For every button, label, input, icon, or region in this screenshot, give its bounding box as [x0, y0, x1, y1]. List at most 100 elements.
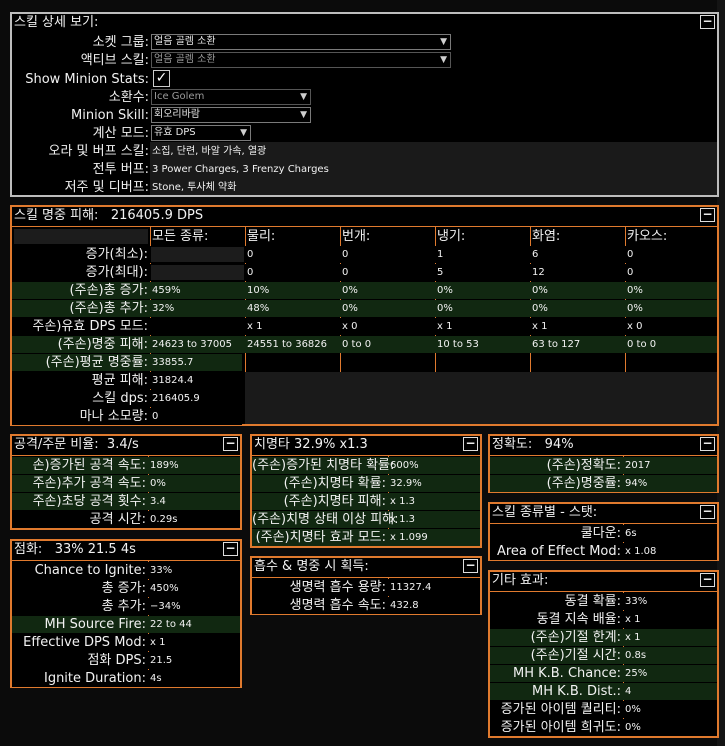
accuracy-row-value: 2017: [625, 460, 651, 471]
hit-cell-value: 1: [437, 249, 444, 260]
skill-type-row-value: 6s: [625, 528, 637, 539]
other-effect-row-label: 증가된 아이템 희귀도:: [500, 720, 621, 735]
hit-cell-value: 0 to 0: [342, 339, 372, 350]
crit-row-value: x 1.099: [390, 532, 428, 543]
hit-cell-value: 216405.9: [152, 393, 200, 404]
leech-title: 흡수 & 명중 시 획득:: [254, 559, 369, 574]
ignite-row-value: 22 to 44: [150, 619, 192, 630]
ignite-row-label: 총 추가:: [101, 599, 146, 614]
calc-mode-value: 유효 DPS: [154, 127, 196, 138]
all-types-empty-cell: [151, 247, 244, 262]
ignite-row-value: 33%: [150, 565, 173, 576]
collapse-button[interactable]: −: [463, 559, 478, 573]
hit-cell-value: 32%: [152, 303, 175, 314]
hit-cell-value: 0%: [532, 303, 548, 314]
hit-cell-value: x 1: [247, 321, 263, 332]
skill-type-row-label: 쿨다운:: [580, 526, 621, 541]
hit-row-label: 주손)유효 DPS 모드:: [32, 319, 148, 334]
collapse-button[interactable]: −: [223, 542, 238, 556]
minion-label: 소환수:: [108, 90, 149, 105]
crit-row-label: (주손)치명타 확률:: [283, 476, 386, 491]
hit-cell-value: 0%: [437, 303, 453, 314]
chevron-down-icon: ▼: [300, 110, 307, 120]
collapse-button[interactable]: −: [700, 573, 715, 587]
collapse-button[interactable]: −: [700, 505, 715, 519]
minion-skill-dropdown[interactable]: 회오리바람 ▼: [151, 107, 311, 123]
leech-row-label: 생명력 흡수 속도:: [289, 598, 386, 613]
active-skill-dropdown[interactable]: 얼음 골렘 소환 ▼: [151, 52, 451, 68]
other-effect-row-label: (주손)기절 한계:: [530, 630, 621, 645]
collapse-button[interactable]: −: [700, 437, 715, 451]
socket-group-value: 얼음 골렘 소환: [154, 36, 216, 47]
attack-rate-row-label: 주손)초당 공격 횟수:: [32, 494, 146, 509]
hit-cell-value: 0: [342, 249, 349, 260]
leech-row-label: 생명력 흡수 용량:: [289, 580, 386, 595]
attack-rate-row-value: 0%: [150, 478, 166, 489]
skill-details-panel: 스킬 상세 보기: − 소켓 그룹: 얼음 골렘 소환 ▼ 액티브 스킬: 얼음 …: [10, 12, 719, 197]
hit-cell-value: x 1: [437, 321, 453, 332]
chevron-down-icon: ▼: [440, 55, 447, 65]
hit-cell-value: 0%: [342, 285, 358, 296]
other-effect-row-value: 0%: [625, 722, 641, 733]
ignite-row-value: x 1: [150, 637, 166, 648]
attack-rate-title: 공격/주문 비율: 3.4/s: [14, 436, 139, 453]
collapse-button[interactable]: −: [463, 437, 478, 451]
attack-rate-row-value: 0.29s: [150, 514, 178, 525]
other-effect-row-label: (주손)기절 시간:: [530, 648, 621, 663]
hit-row-label: (주손)총 증가:: [69, 283, 148, 298]
attack-rate-row-label: 주손)추가 공격 속도:: [32, 476, 146, 491]
ignite-row-value: −34%: [150, 601, 181, 612]
attack-rate-row-label: 손)증가된 공격 속도:: [32, 458, 146, 473]
hit-cell-value: 0: [627, 249, 634, 260]
all-types-empty-cell: [151, 265, 244, 280]
attack-rate-row-value: 3.4: [150, 496, 166, 507]
show-minion-stats-label: Show Minion Stats:: [25, 72, 149, 87]
ignite-row-value: 21.5: [150, 655, 173, 666]
attack-rate-label: 공격/주문 비율:: [14, 437, 99, 452]
other-effect-row-value: 0%: [625, 704, 641, 715]
hit-row-label: 증가(최대):: [85, 265, 148, 280]
hit-cell-value: 48%: [247, 303, 270, 314]
ignite-row-label: Ignite Duration:: [43, 671, 146, 686]
other-effect-row-label: MH K.B. Chance:: [512, 666, 621, 681]
collapse-button[interactable]: −: [700, 15, 715, 29]
accuracy-title: 정확도: 94%: [492, 436, 574, 453]
accuracy-value: 94%: [544, 437, 574, 452]
minion-skill-label: Minion Skill:: [71, 108, 149, 123]
ignite-row-label: 점화 DPS:: [87, 653, 146, 668]
hit-cell-value: 0: [342, 267, 349, 278]
crit-label: 치명타: [254, 437, 290, 452]
other-effects-panel: 기타 효과: − 동결 확률: 33% 동결 지속 배율: x 1 (주손)기절 한계:…: [488, 570, 719, 738]
hit-cell-value: 10%: [247, 285, 270, 296]
show-minion-stats-checkbox[interactable]: ✓: [153, 70, 170, 87]
crit-panel: 치명타 32.9% x1.3 − (주손)증가된 치명타 확률: 600% (주손)…: [250, 434, 482, 548]
crit-row-value: x 1.3: [390, 514, 415, 525]
hit-cell-value: 33855.7: [152, 357, 194, 368]
hit-column-header: 모든 종류:: [152, 229, 209, 244]
hit-cell-value: 0%: [342, 303, 358, 314]
hit-row-label: 스킬 dps:: [92, 391, 148, 406]
hit-cell-value: 0%: [627, 285, 643, 296]
collapse-button[interactable]: −: [223, 437, 238, 451]
hit-damage-dps: 216405.9 DPS: [110, 208, 204, 223]
hit-column-header: 화염:: [532, 229, 561, 244]
hit-cell-value: 12: [532, 267, 545, 278]
socket-group-dropdown[interactable]: 얼음 골렘 소환 ▼: [151, 34, 451, 50]
hit-cell-value: x 0: [342, 321, 358, 332]
crit-row-label: (주손)치명타 효과 모드:: [255, 530, 386, 545]
minion-skill-value: 회오리바람: [154, 109, 200, 120]
minion-dropdown[interactable]: Ice Golem ▼: [151, 89, 311, 105]
collapse-button[interactable]: −: [700, 208, 715, 222]
other-effects-title: 기타 효과:: [492, 573, 549, 588]
hit-cell-value: 0: [247, 267, 254, 278]
accuracy-row-label: (주손)명중률:: [546, 476, 621, 491]
aura-buff-value: 소집, 단련, 바알 가속, 열광: [152, 146, 267, 157]
hit-cell-value: 459%: [152, 285, 181, 296]
other-effect-row-value: 4: [625, 686, 632, 697]
calc-mode-label: 계산 모드:: [92, 126, 149, 141]
hit-row-label: (주손)평균 명중률:: [45, 355, 148, 370]
calc-mode-dropdown[interactable]: 유효 DPS ▼: [151, 125, 251, 141]
ignite-row-label: 총 증가:: [101, 581, 146, 596]
leech-row-value: 11327.4: [390, 582, 432, 593]
crit-row-label: (주손)증가된 치명타 확률:: [252, 458, 395, 473]
